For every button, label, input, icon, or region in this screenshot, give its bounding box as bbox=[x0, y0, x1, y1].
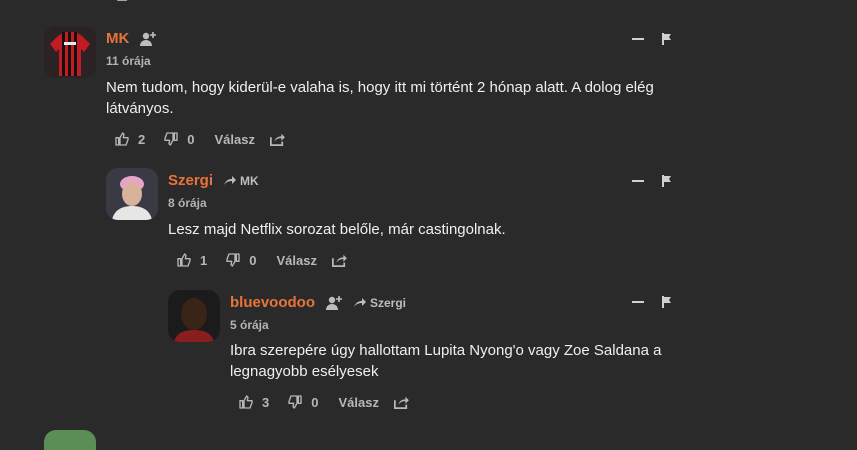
previous-comment-actions bbox=[116, 0, 296, 4]
share-icon[interactable] bbox=[393, 395, 409, 409]
reply-button[interactable]: Válasz bbox=[276, 253, 316, 268]
report-flag-icon[interactable] bbox=[662, 33, 672, 45]
reply-to[interactable]: Szergi bbox=[353, 296, 406, 310]
thumbs-down-icon bbox=[226, 253, 240, 267]
user-avatar-image bbox=[168, 290, 220, 342]
share-icon[interactable] bbox=[331, 253, 347, 267]
like-count: 2 bbox=[138, 131, 146, 147]
dislike-count: 0 bbox=[311, 394, 319, 410]
follow-user-icon[interactable] bbox=[139, 31, 157, 47]
reply-to-username: Szergi bbox=[370, 295, 407, 310]
avatar[interactable] bbox=[106, 168, 158, 220]
thumbs-down-icon bbox=[164, 132, 178, 146]
comment-text: Lesz majd Netflix sorozat belőle, már ca… bbox=[168, 221, 506, 238]
like-count: 1 bbox=[200, 252, 208, 268]
comment-text: Nem tudom, hogy kiderül-e valaha is, hog… bbox=[106, 79, 654, 117]
next-comment-avatar[interactable] bbox=[44, 430, 96, 450]
like-button[interactable]: 2 bbox=[114, 131, 145, 147]
avatar[interactable] bbox=[168, 290, 220, 342]
thumbs-up-icon bbox=[177, 253, 191, 267]
reply-to-username: MK bbox=[240, 173, 259, 188]
jersey-avatar-image bbox=[44, 26, 96, 78]
username[interactable]: MK bbox=[106, 30, 129, 47]
thumbs-up-icon bbox=[239, 395, 253, 409]
username[interactable]: Szergi bbox=[168, 172, 213, 189]
like-button[interactable]: 3 bbox=[238, 394, 269, 410]
like-button[interactable]: 1 bbox=[176, 252, 207, 268]
timestamp: 5 órája bbox=[230, 318, 269, 332]
user-avatar-image bbox=[106, 168, 158, 220]
report-flag-icon[interactable] bbox=[662, 296, 672, 308]
avatar[interactable] bbox=[44, 26, 96, 78]
collapse-icon[interactable] bbox=[632, 180, 644, 182]
follow-user-icon[interactable] bbox=[325, 295, 343, 311]
timestamp: 8 órája bbox=[168, 196, 207, 210]
thumbs-down-icon bbox=[288, 395, 302, 409]
thumbs-up-icon bbox=[115, 132, 129, 146]
reply-button[interactable]: Válasz bbox=[214, 132, 254, 147]
reply-arrow-icon bbox=[354, 298, 366, 307]
collapse-icon[interactable] bbox=[632, 38, 644, 40]
reply-button[interactable]: Válasz bbox=[338, 395, 378, 410]
timestamp: 11 órája bbox=[106, 54, 151, 68]
username[interactable]: bluevoodoo bbox=[230, 294, 315, 311]
dislike-count: 0 bbox=[249, 252, 257, 268]
collapse-icon[interactable] bbox=[632, 301, 644, 303]
dislike-button[interactable]: 0 bbox=[163, 131, 194, 147]
reply-to[interactable]: MK bbox=[223, 174, 259, 188]
dislike-button[interactable]: 0 bbox=[225, 252, 256, 268]
reply-arrow-icon bbox=[224, 176, 237, 185]
dislike-button[interactable]: 0 bbox=[287, 394, 318, 410]
dislike-count: 0 bbox=[187, 131, 195, 147]
comment-text: Ibra szerepére úgy hallottam Lupita Nyon… bbox=[230, 342, 662, 380]
report-flag-icon[interactable] bbox=[662, 175, 672, 187]
thumbs-up-icon[interactable] bbox=[116, 0, 130, 2]
share-icon[interactable] bbox=[269, 132, 285, 146]
like-count: 3 bbox=[262, 394, 270, 410]
